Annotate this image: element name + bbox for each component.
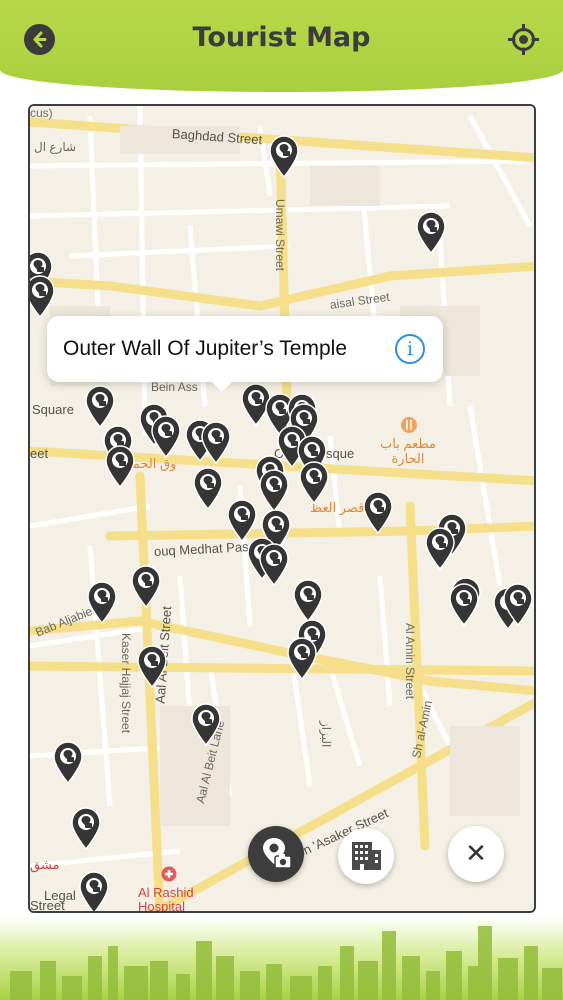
map-pin-marker[interactable] [362, 490, 394, 535]
camera-marker-pin-icon [71, 807, 101, 851]
camera-marker-pin-icon [259, 543, 289, 587]
camera-marker-pin-icon [425, 527, 455, 571]
camera-marker-pin-icon [293, 579, 323, 623]
map-pin-marker[interactable] [200, 420, 232, 465]
map-pin-marker[interactable] [136, 644, 168, 689]
camera-marker-pin-icon [449, 583, 479, 627]
crosshair-location-icon [507, 23, 540, 56]
locate-button[interactable] [507, 23, 540, 56]
info-button[interactable]: i [395, 334, 425, 364]
camera-location-icon [263, 838, 292, 869]
map-view[interactable]: Baghdad Street Umawi Street aisal Street… [28, 104, 536, 913]
camera-marker-pin-icon [87, 581, 117, 625]
place-callout[interactable]: Outer Wall Of Jupiter’s Temple i [47, 316, 443, 392]
map-pin-marker[interactable] [258, 542, 290, 587]
camera-marker-pin-icon [299, 461, 329, 505]
street-label: Kaser Hajjaj Street [119, 633, 133, 734]
street-label: Al Amin Street [403, 623, 417, 700]
street-label: Umawi Street [273, 199, 287, 272]
camera-location-button[interactable] [248, 826, 304, 882]
map-pin-marker[interactable] [286, 636, 318, 681]
map-pin-marker[interactable] [70, 806, 102, 851]
street-label: sque [326, 446, 355, 461]
map-pin-marker[interactable] [258, 468, 290, 513]
close-button[interactable]: ✕ [448, 826, 504, 882]
camera-marker-pin-icon [416, 211, 446, 255]
map-pin-marker[interactable] [78, 870, 110, 911]
map-pin-marker[interactable] [130, 564, 162, 609]
map-pin-marker[interactable] [298, 460, 330, 505]
camera-marker-pin-icon [30, 275, 55, 319]
city-skyline-decoration [0, 916, 563, 1000]
hospital-label: Al Rashid Hospital [138, 885, 194, 913]
restaurant-icon [401, 417, 417, 433]
map-pin-marker[interactable] [30, 274, 56, 319]
camera-marker-pin-icon [287, 637, 317, 681]
camera-marker-pin-icon [85, 385, 115, 429]
app-header: Tourist Map [0, 0, 563, 92]
map-pin-marker[interactable] [448, 582, 480, 627]
map-pin-marker[interactable] [84, 384, 116, 429]
page-title: Tourist Map [192, 22, 371, 53]
camera-marker-pin-icon [79, 871, 109, 911]
street-label: Bein Ass [151, 380, 198, 394]
street-label: Square [32, 402, 74, 417]
close-icon: ✕ [465, 839, 487, 869]
map-pin-marker[interactable] [424, 526, 456, 571]
camera-marker-pin-icon [191, 703, 221, 747]
hotels-button[interactable] [338, 828, 394, 884]
street-label: البزاز [319, 721, 333, 748]
camera-marker-pin-icon [131, 565, 161, 609]
camera-marker-pin-icon [105, 445, 135, 489]
street-label: cus) [30, 106, 53, 120]
camera-marker-pin-icon [137, 645, 167, 689]
map-pin-marker[interactable] [52, 740, 84, 785]
camera-marker-pin-icon [53, 741, 83, 785]
map-pin-marker[interactable] [86, 580, 118, 625]
street-label: eet [30, 446, 49, 461]
camera-marker-pin-icon [503, 583, 533, 627]
map-pin-marker[interactable] [502, 582, 534, 627]
map-pin-marker[interactable] [104, 444, 136, 489]
hospital-icon [161, 866, 177, 882]
street-label: Street [30, 898, 65, 913]
camera-marker-pin-icon [201, 421, 231, 465]
building-icon [352, 842, 381, 870]
poi-label: مطعم باب الحارة [380, 436, 436, 466]
map-pin-marker[interactable] [190, 702, 222, 747]
camera-marker-pin-icon [363, 491, 393, 535]
camera-marker-pin-icon [151, 415, 181, 459]
map-pin-marker[interactable] [192, 466, 224, 511]
callout-title: Outer Wall Of Jupiter’s Temple [63, 337, 347, 360]
poi-label: مشق [30, 857, 60, 872]
camera-marker-pin-icon [269, 135, 299, 179]
map-pin-marker[interactable] [268, 134, 300, 179]
camera-marker-pin-icon [259, 469, 289, 513]
map-pin-marker[interactable] [292, 578, 324, 623]
map-pin-marker[interactable] [150, 414, 182, 459]
camera-marker-pin-icon [193, 467, 223, 511]
map-pin-marker[interactable] [415, 210, 447, 255]
street-label: شارع ال [34, 140, 77, 154]
